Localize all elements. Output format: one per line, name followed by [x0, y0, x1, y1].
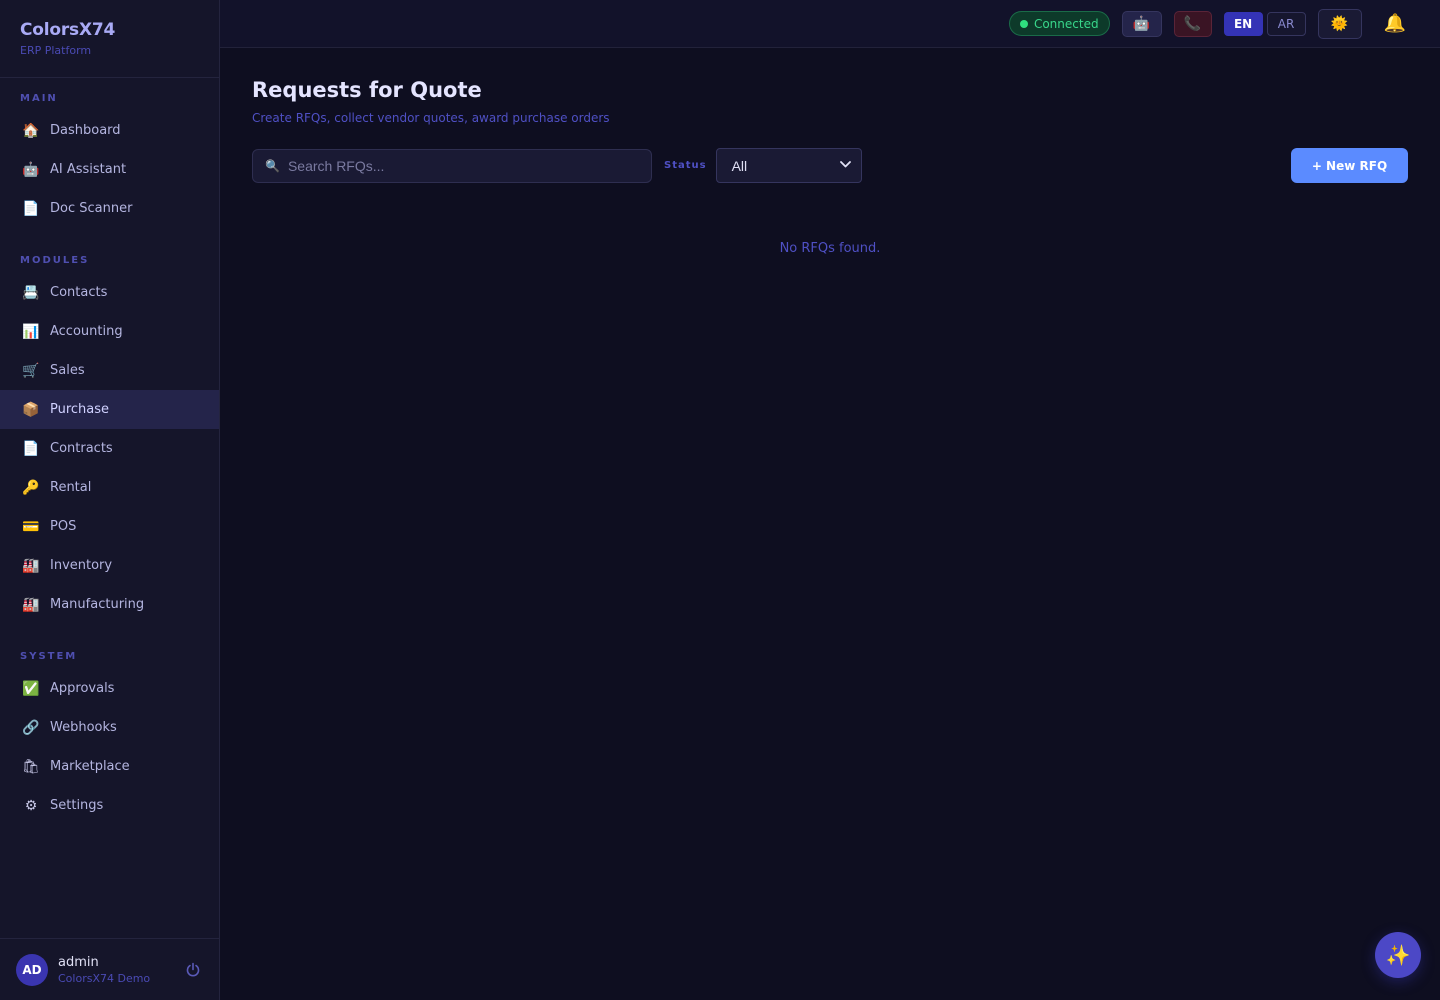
main-area: Connected 🤖 📞 EN AR 🌞 🔔 Requests for Quo… [220, 0, 1440, 1000]
connection-status-badge: Connected [1008, 11, 1110, 36]
brand-title: ColorsX74 [20, 20, 116, 40]
sidebar: ColorsX74 ERP Platform MAIN 🏠 Dashboard 🤖 AI… [0, 0, 220, 1000]
document-icon: 📄 [22, 440, 40, 457]
sidebar-item-ai-assistant[interactable]: 🤖 AI Assistant [0, 150, 219, 189]
key-icon: 🔑 [22, 479, 40, 496]
ai-assistant-button[interactable]: 🤖 [1121, 10, 1162, 37]
user-name: admin [58, 954, 99, 970]
robot-icon: 🤖 [1132, 15, 1151, 32]
app-root: ColorsX74 ERP Platform MAIN 🏠 Dashboard 🤖 AI… [0, 0, 1440, 1000]
sidebar-item-sales[interactable]: 🛒 Sales [0, 351, 219, 390]
sidebar-item-label: Contracts [50, 441, 113, 456]
sidebar-item-label: Webhooks [50, 720, 117, 735]
user-org: ColorsX74 Demo [58, 971, 151, 985]
status-filter-select[interactable]: All [715, 148, 862, 183]
section-label-main: MAIN [20, 93, 58, 104]
status-filter-value: All [731, 157, 748, 174]
theme-toggle-button[interactable]: 🌞 [1317, 8, 1362, 39]
sidebar-item-marketplace[interactable]: 🛍 Marketplace [0, 747, 219, 786]
robot-icon: 🤖 [22, 161, 40, 178]
user-box: AD admin ColorsX74 Demo [0, 938, 219, 1000]
credit-card-icon: 💳 [22, 518, 40, 535]
status-filter-label: Status [664, 160, 707, 171]
sidebar-item-accounting[interactable]: 📊 Accounting [0, 312, 219, 351]
sidebar-item-settings[interactable]: ⚙ Settings [0, 786, 219, 825]
sidebar-item-label: Manufacturing [50, 597, 145, 612]
brand-subtitle: ERP Platform [20, 44, 92, 57]
sidebar-item-rental[interactable]: 🔑 Rental [0, 468, 219, 507]
sidebar-item-inventory[interactable]: 🏭 Inventory [0, 546, 219, 585]
sidebar-item-label: Contacts [50, 285, 108, 300]
sidebar-nav: MAIN 🏠 Dashboard 🤖 AI Assistant 📄 Doc Scanner M… [0, 78, 219, 1000]
cart-icon: 🛒 [22, 362, 40, 379]
document-icon: 📄 [22, 200, 40, 217]
sparkles-icon: ✨ [1385, 943, 1411, 967]
section-label-modules: MODULES [20, 255, 90, 266]
lang-ar-button[interactable]: AR [1266, 11, 1306, 36]
phone-icon: 📞 [1183, 15, 1202, 32]
status-dot-icon [1019, 19, 1028, 28]
page-title: Requests for Quote [252, 78, 482, 102]
sidebar-item-label: Inventory [50, 558, 113, 573]
sidebar-item-purchase[interactable]: 📦 Purchase [0, 390, 219, 429]
avatar[interactable]: AD [16, 953, 48, 986]
house-icon: 🏠 [22, 122, 40, 139]
bell-icon[interactable]: 🔔 [1384, 13, 1406, 34]
section-label-system: SYSTEM [20, 651, 78, 662]
chevron-down-icon [839, 160, 851, 171]
sidebar-item-label: Purchase [50, 402, 110, 417]
sidebar-item-label: Sales [50, 363, 85, 378]
sidebar-item-manufacturing[interactable]: 🏭 Manufacturing [0, 585, 219, 624]
search-icon: 🔍 [265, 158, 280, 173]
sidebar-item-label: Approvals [50, 681, 115, 696]
package-icon: 📦 [22, 401, 40, 418]
sidebar-item-approvals[interactable]: ✅ Approvals [0, 669, 219, 708]
sidebar-item-label: POS [50, 519, 77, 534]
sun-icon: 🌞 [1330, 15, 1349, 32]
factory-icon: 🏭 [22, 596, 40, 613]
lang-en-button[interactable]: EN [1223, 11, 1263, 36]
sidebar-item-label: Accounting [50, 324, 123, 339]
ai-sparkle-fab[interactable]: ✨ [1375, 932, 1421, 978]
search-box: 🔍 [252, 148, 652, 183]
factory-icon: 🏭 [22, 557, 40, 574]
search-input[interactable] [287, 157, 639, 174]
sidebar-item-contacts[interactable]: 📇 Contacts [0, 273, 219, 312]
user-meta: admin ColorsX74 Demo [58, 955, 183, 985]
page-subtitle: Create RFQs, collect vendor quotes, awar… [252, 111, 610, 125]
filter-toolbar: 🔍 Status All + New RFQ [252, 148, 1408, 183]
topbar: Connected 🤖 📞 EN AR 🌞 🔔 [220, 0, 1440, 48]
connection-status-text: Connected [1033, 16, 1099, 31]
gear-icon: ⚙ [24, 797, 38, 814]
sidebar-item-label: Marketplace [50, 759, 130, 774]
sidebar-item-label: Settings [50, 798, 104, 813]
logout-icon[interactable] [183, 960, 203, 980]
brand: ColorsX74 ERP Platform [0, 0, 219, 78]
check-box-icon: ✅ [22, 680, 40, 697]
page-content: Requests for Quote Create RFQs, collect … [220, 48, 1440, 256]
card-index-icon: 📇 [22, 284, 40, 301]
sidebar-item-label: Rental [50, 480, 92, 495]
sidebar-item-dashboard[interactable]: 🏠 Dashboard [0, 111, 219, 150]
sidebar-item-label: Dashboard [50, 123, 121, 138]
sidebar-item-label: AI Assistant [50, 162, 127, 177]
new-rfq-button[interactable]: + New RFQ [1291, 148, 1408, 183]
bar-chart-icon: 📊 [22, 323, 40, 340]
call-button[interactable]: 📞 [1173, 10, 1212, 37]
link-icon: 🔗 [22, 719, 40, 736]
empty-state-text: No RFQs found. [779, 241, 881, 256]
sidebar-item-webhooks[interactable]: 🔗 Webhooks [0, 708, 219, 747]
sidebar-item-pos[interactable]: 💳 POS [0, 507, 219, 546]
language-switcher: EN AR [1223, 11, 1306, 36]
sidebar-item-contracts[interactable]: 📄 Contracts [0, 429, 219, 468]
sidebar-item-doc-scanner[interactable]: 📄 Doc Scanner [0, 189, 219, 228]
shopping-bags-icon: 🛍 [22, 758, 40, 775]
sidebar-item-label: Doc Scanner [50, 201, 133, 216]
